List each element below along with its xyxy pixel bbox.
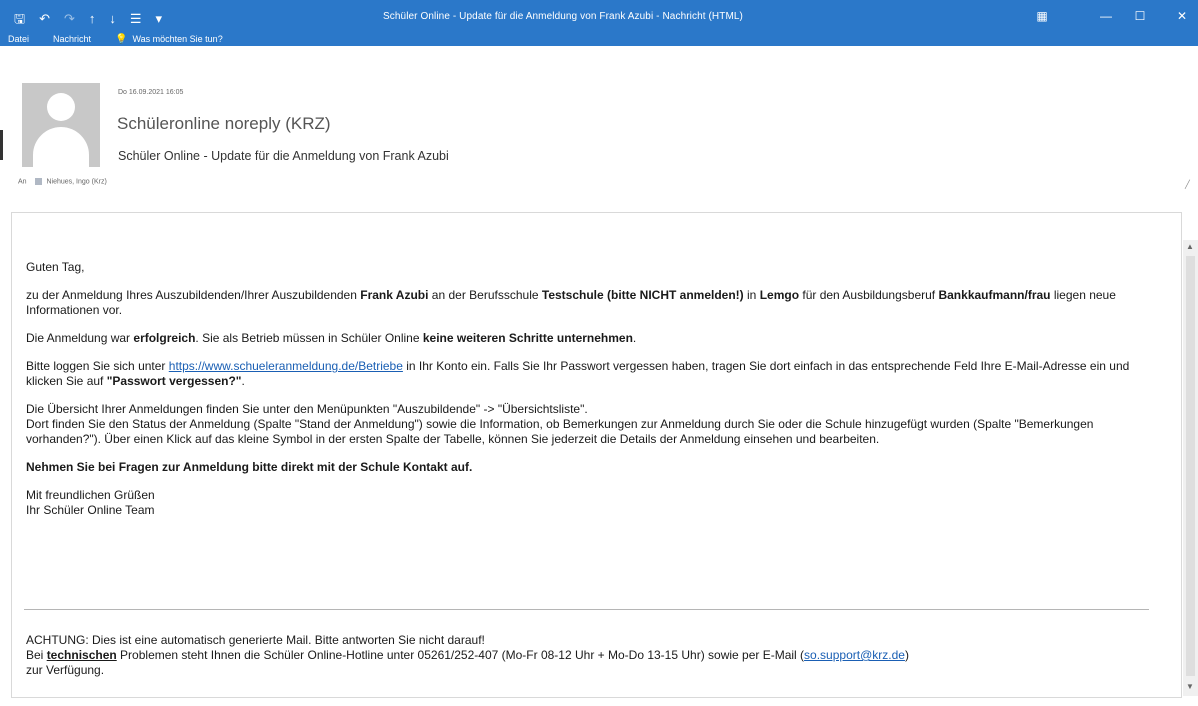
customize-icon[interactable]: ▾ xyxy=(156,8,163,30)
left-edge-accent xyxy=(0,130,3,160)
move-icon[interactable]: ☰ xyxy=(130,8,142,30)
scrollbar-thumb[interactable] xyxy=(1186,256,1195,676)
message-date: Do 16.09.2021 16:05 xyxy=(118,89,184,96)
support-email-link[interactable]: so.support@krz.de xyxy=(804,648,905,662)
up-arrow-icon[interactable]: ↑ xyxy=(89,8,96,30)
recipient-name[interactable]: Niehues, Ingo (Krz) xyxy=(46,178,106,185)
redo-icon[interactable]: ↷ xyxy=(64,8,75,30)
paragraph-status: Die Anmeldung war erfolgreich. Sie als B… xyxy=(26,331,637,345)
ribbon-display-options-icon[interactable]: ▦ xyxy=(1022,4,1062,28)
scroll-up-icon[interactable]: ▲ xyxy=(1186,242,1194,251)
paragraph-overview: Die Übersicht Ihrer Anmeldungen finden S… xyxy=(26,402,1094,446)
close-icon[interactable]: ✕ xyxy=(1162,4,1198,28)
avatar-body xyxy=(33,127,89,167)
footer-warning: ACHTUNG: Dies ist eine automatisch gener… xyxy=(26,633,485,647)
title-bar: 🖫 ↶ ↷ ↑ ↓ ☰ ▾ Schüler Online - Update fü… xyxy=(0,0,1198,46)
contact-icon xyxy=(34,178,42,185)
message-subject: Schüler Online - Update für die Anmeldun… xyxy=(118,149,449,163)
greeting: Guten Tag, xyxy=(26,260,85,274)
login-link[interactable]: https://www.schueleranmeldung.de/Betrieb… xyxy=(169,359,403,373)
quick-access-toolbar: 🖫 ↶ ↷ ↑ ↓ ☰ ▾ xyxy=(14,8,176,30)
footer-notice: ACHTUNG: Dies ist eine automatisch gener… xyxy=(26,633,909,677)
paragraph-contact-school: Nehmen Sie bei Fragen zur Anmeldung bitt… xyxy=(26,460,473,474)
save-icon[interactable]: 🖫 xyxy=(14,8,25,30)
sender-name[interactable]: Schüleronline noreply (KRZ) xyxy=(117,114,331,134)
window-title: Schüler Online - Update für die Anmeldun… xyxy=(383,11,743,22)
recipient-line: An Niehues, Ingo (Krz) xyxy=(18,178,107,185)
tab-datei[interactable]: Datei xyxy=(8,34,29,44)
separator-line xyxy=(24,609,1149,610)
tab-nachricht[interactable]: Nachricht xyxy=(53,34,91,44)
avatar-head xyxy=(47,93,75,121)
maximize-icon[interactable]: ☐ xyxy=(1120,4,1160,28)
closing: Mit freundlichen Grüßen Ihr Schüler Onli… xyxy=(26,488,155,517)
down-arrow-icon[interactable]: ↓ xyxy=(109,8,116,30)
scroll-down-icon[interactable]: ▼ xyxy=(1186,682,1194,691)
collapse-header-icon[interactable]: ╱ xyxy=(1185,180,1190,189)
paragraph-info: zu der Anmeldung Ihres Auszubildenden/Ih… xyxy=(26,288,1116,317)
tell-me-search[interactable]: 💡 Was möchten Sie tun? xyxy=(115,34,247,45)
message-body: Guten Tag, zu der Anmeldung Ihres Auszub… xyxy=(26,260,1166,531)
to-label: An xyxy=(18,178,27,186)
undo-icon[interactable]: ↶ xyxy=(39,8,50,30)
avatar xyxy=(22,83,100,167)
paragraph-login: Bitte loggen Sie sich unter https://www.… xyxy=(26,359,1130,388)
lightbulb-icon: 💡 xyxy=(115,33,128,45)
tell-me-label: Was möchten Sie tun? xyxy=(132,34,223,44)
ribbon-tabs: Datei Nachricht 💡 Was möchten Sie tun? xyxy=(8,32,271,46)
